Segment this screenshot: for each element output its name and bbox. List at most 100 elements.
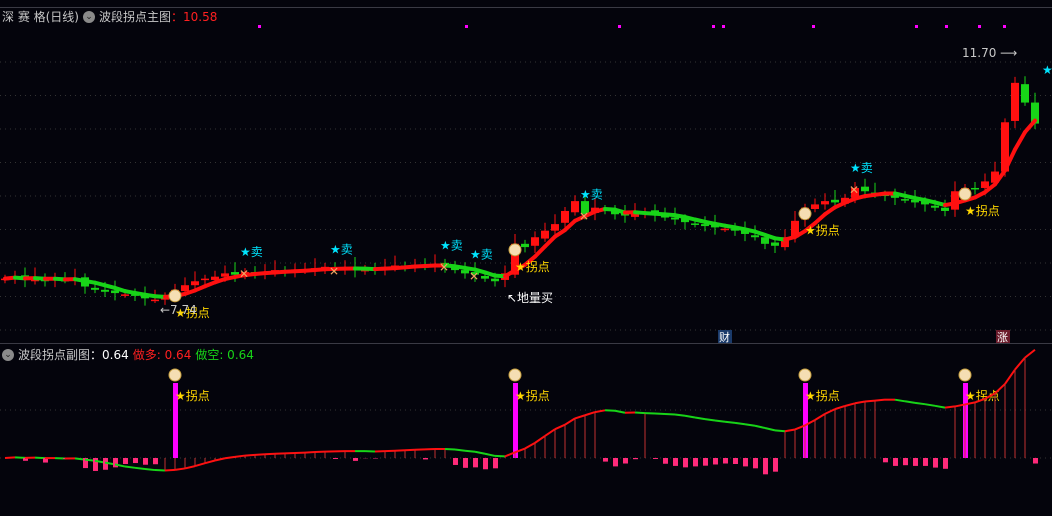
- money-bag-icon: [508, 368, 522, 382]
- candle-body: [561, 210, 569, 223]
- short-bar: [913, 458, 918, 466]
- sub-line-segment: [1004, 368, 1016, 385]
- candle-body: [151, 299, 159, 302]
- sub-line-segment: [674, 413, 686, 417]
- sub-line-segment: [454, 448, 466, 452]
- candle-body: [521, 243, 529, 248]
- signal-dot: [722, 25, 725, 28]
- sub-line-segment: [564, 417, 576, 426]
- sub-line-segment: [614, 409, 626, 414]
- sub-line-segment: [924, 403, 936, 407]
- candle-body: [191, 281, 199, 286]
- short-bar: [923, 458, 928, 466]
- candle-body: [571, 201, 579, 213]
- badge-72: 财: [719, 330, 730, 344]
- short-bar: [423, 458, 428, 460]
- candle-body: [811, 204, 819, 209]
- short-bar: [143, 458, 148, 465]
- sell-signal-label: ★卖: [440, 238, 463, 252]
- sub-line-segment: [744, 423, 756, 427]
- sub-line-segment: [464, 449, 476, 453]
- signal-dot: [1003, 25, 1006, 28]
- short-bar: [733, 458, 738, 464]
- sub-line-segment: [254, 453, 266, 456]
- sub-line-segment: [534, 435, 546, 444]
- short-bar: [353, 458, 358, 461]
- sub-line-segment: [484, 452, 496, 457]
- sub-line-segment: [714, 419, 726, 423]
- short-bar: [673, 458, 678, 466]
- candlestick-chart[interactable]: ★卖✕★卖✕★卖✕★卖✕★卖✕★卖✕★★拐点★拐点★拐点★拐点★拐点★拐点★拐点…: [0, 0, 1052, 516]
- sub-line-segment: [814, 413, 826, 421]
- candle-body: [101, 289, 109, 292]
- trend-line-segment: [533, 244, 547, 259]
- money-bag-icon: [958, 187, 972, 201]
- short-bar: [893, 458, 898, 466]
- sub-line-segment: [554, 423, 566, 431]
- signal-dot: [618, 25, 621, 28]
- candle-body: [771, 242, 779, 246]
- signal-dot: [812, 25, 815, 28]
- candle-body: [981, 181, 989, 188]
- candle-body: [1011, 82, 1019, 121]
- signal-dot: [712, 25, 715, 28]
- candle-body: [691, 223, 699, 225]
- sub-line-segment: [724, 420, 736, 424]
- sub-line-segment: [1024, 348, 1036, 359]
- sub-line-segment: [224, 455, 236, 460]
- candle-body: [461, 270, 469, 274]
- short-bar: [753, 458, 758, 469]
- sub-line-segment: [664, 412, 676, 416]
- sub-line-segment: [764, 427, 776, 432]
- short-bar: [943, 458, 948, 469]
- short-bar: [773, 458, 778, 472]
- sub-line-segment: [1014, 357, 1026, 371]
- short-bar: [1033, 458, 1038, 464]
- sub-line-segment: [174, 467, 186, 471]
- sell-star-icon: ★: [1042, 63, 1052, 77]
- sub-line-segment: [754, 424, 766, 430]
- candle-body: [821, 201, 829, 205]
- sub-line-segment: [124, 465, 136, 469]
- sell-signal-label: ★卖: [470, 248, 493, 262]
- candle-body: [201, 278, 209, 281]
- short-bar: [903, 458, 908, 466]
- short-bar: [723, 458, 728, 464]
- signal-dot: [978, 25, 981, 28]
- short-bar: [933, 458, 938, 468]
- sell-signal-label: ★卖: [330, 242, 353, 256]
- candle-body: [721, 228, 729, 231]
- sell-signal-label: ★卖: [580, 187, 603, 201]
- short-bar: [633, 458, 638, 460]
- candle-body: [971, 187, 979, 190]
- sell-figure-icon: ✕: [439, 260, 449, 274]
- sell-figure-icon: ✕: [849, 183, 859, 197]
- candle-body: [121, 294, 129, 296]
- sub-line-segment: [134, 466, 146, 470]
- candle-body: [531, 237, 539, 246]
- candle-body: [491, 278, 499, 282]
- turn-point-label: ★拐点: [805, 388, 840, 403]
- candle-body: [181, 285, 189, 292]
- turn-point-label: ★拐点: [515, 388, 550, 403]
- short-bar: [713, 458, 718, 465]
- candle-body: [831, 199, 839, 203]
- sell-signal-label: ★卖: [850, 161, 873, 175]
- trend-line-segment: [813, 212, 827, 226]
- candle-body: [551, 224, 559, 231]
- signal-dot: [945, 25, 948, 28]
- sub-line-segment: [204, 459, 216, 465]
- short-bar: [113, 458, 118, 468]
- ground-volume-buy-label: ↖地量买: [507, 291, 553, 305]
- signal-dot: [915, 25, 918, 28]
- money-bag-icon: [168, 289, 182, 303]
- high-price-marker: 11.70 ⟶: [962, 46, 1017, 60]
- candle-body: [231, 272, 239, 275]
- turn-point-label: ★拐点: [965, 203, 1000, 218]
- sub-line-segment: [914, 401, 926, 406]
- candle-body: [901, 199, 909, 201]
- sub-line-segment: [594, 409, 606, 414]
- sell-figure-icon: ✕: [579, 209, 589, 223]
- sub-line-segment: [244, 453, 256, 457]
- short-bar: [763, 458, 768, 475]
